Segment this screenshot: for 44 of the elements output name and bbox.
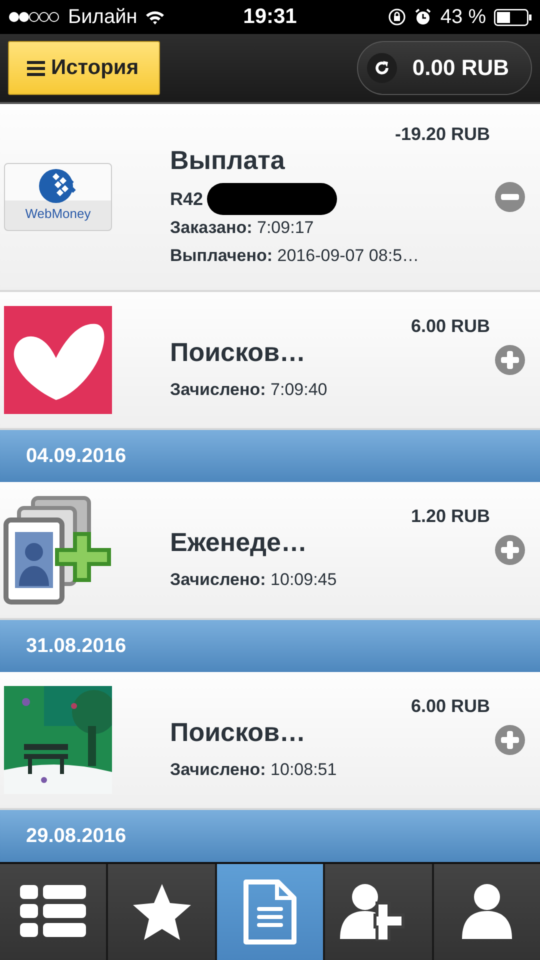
user-tab[interactable] <box>434 864 540 960</box>
entry-title: Выплата <box>170 145 286 176</box>
wifi-icon <box>145 10 166 24</box>
refresh-icon <box>366 52 398 84</box>
detail-line: Зачислено: 10:08:51 <box>170 759 338 781</box>
detail-line: Зачислено: 10:09:45 <box>170 569 338 591</box>
date-label: 29.08.2016 <box>26 824 126 848</box>
signal-icon <box>8 11 60 23</box>
carrier-name: Билайн <box>68 6 138 28</box>
detail-line: Зачислено: 7:09:40 <box>170 379 328 401</box>
webmoney-logo: WebMoney <box>4 163 112 231</box>
account-number: R42 <box>170 188 204 210</box>
entry-title: Поисков… <box>170 717 307 748</box>
user-icon <box>460 883 513 941</box>
add-button[interactable] <box>494 724 526 756</box>
detail-line: Выплачено: 2016-09-07 08:5… <box>170 245 420 267</box>
amount-text: -19.20 RUB <box>394 124 490 145</box>
entry-title: Еженеде… <box>170 527 308 558</box>
amount-text: 1.20 RUB <box>410 506 490 527</box>
detail-line: Заказано: 7:09:17 <box>170 217 315 239</box>
date-label: 31.08.2016 <box>26 634 126 658</box>
rotation-lock-icon <box>388 8 406 26</box>
battery-icon <box>494 8 532 26</box>
add-button[interactable] <box>494 344 526 376</box>
star-icon <box>132 883 192 941</box>
balance-button[interactable]: 0.00 RUB <box>357 41 532 95</box>
alarm-icon <box>414 8 432 26</box>
add-user-tab[interactable] <box>325 864 432 960</box>
star-tab[interactable] <box>108 864 215 960</box>
battery-percent: 43 % <box>440 6 486 28</box>
date-label: 04.09.2016 <box>26 444 126 468</box>
add-button[interactable] <box>494 534 526 566</box>
list-icon <box>20 885 86 939</box>
menu-icon <box>27 60 45 76</box>
clock-time: 19:31 <box>243 5 297 29</box>
entry-title: Поисков… <box>170 337 307 368</box>
amount-text: 6.00 RUB <box>410 316 490 337</box>
list-tab[interactable] <box>0 864 106 960</box>
document-icon <box>243 879 298 945</box>
document-tab[interactable] <box>216 864 324 960</box>
cards-plus-icon <box>3 494 113 606</box>
remove-button[interactable] <box>494 181 526 213</box>
amount-text: 6.00 RUB <box>410 696 490 717</box>
history-menu-button[interactable]: История <box>8 41 160 95</box>
